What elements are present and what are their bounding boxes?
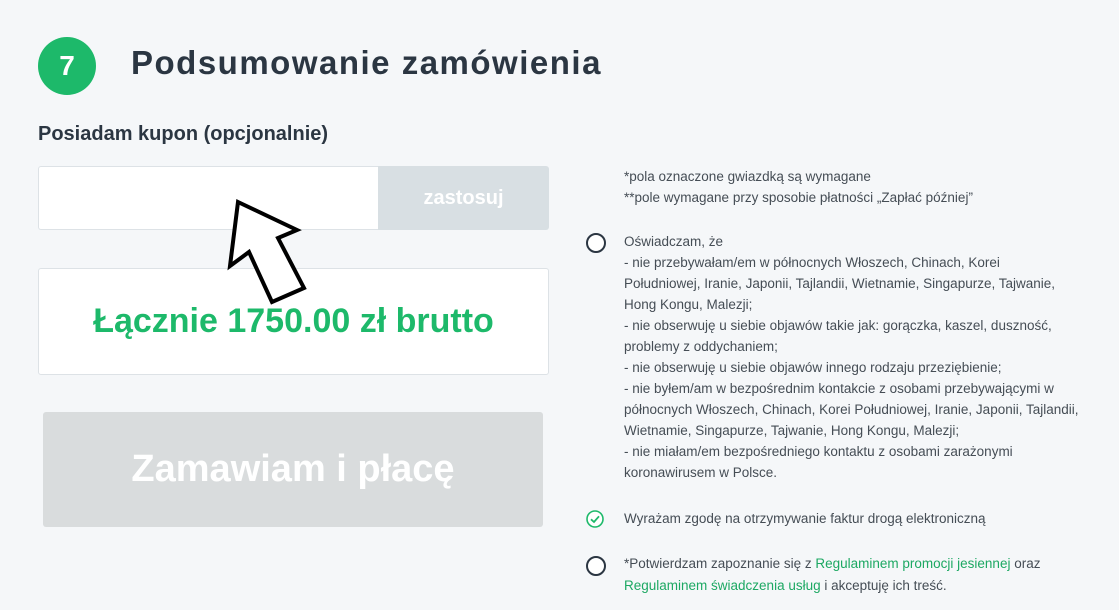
declaration-line: północnych Włoszech, Chinach, Korei Połu…: [624, 402, 1079, 417]
terms-text: *Potwierdzam zapoznanie się z Regulamine…: [624, 553, 1040, 597]
declaration-line: - nie obserwuję u siebie objawów innego …: [624, 360, 1002, 375]
order-and-pay-button[interactable]: Zamawiam i płacę: [43, 412, 543, 527]
declaration-text: Oświadczam, że - nie przebywałam/em w pó…: [624, 231, 1104, 483]
coupon-label: Posiadam kupon (opcjonalnie): [38, 123, 329, 145]
invoice-consent-checkbox[interactable]: [586, 510, 604, 528]
declaration-line: - nie miałam/em bezpośredniego kontaktu …: [624, 444, 1013, 459]
apply-coupon-button[interactable]: zastosuj: [378, 166, 549, 230]
step-number-badge: 7: [38, 37, 96, 95]
declaration-line: - nie byłem/am w bezpośrednim kontakcie …: [624, 381, 1054, 396]
service-terms-link[interactable]: Regulaminem świadczenia usług: [624, 578, 821, 593]
coupon-input[interactable]: [38, 166, 378, 230]
declaration-line: problemy z oddychaniem;: [624, 339, 778, 354]
invoice-consent-label: Wyrażam zgodę na otrzymywanie faktur dro…: [624, 511, 986, 526]
page-title: Podsumowanie zamówienia: [131, 44, 602, 81]
declaration-line: Oświadczam, że: [624, 234, 724, 249]
declaration-line: - nie obserwuję u siebie objawów takie j…: [624, 318, 1052, 333]
declaration-line: Południowej, Iranie, Japonii, Tajlandii,…: [624, 276, 1055, 291]
terms-suffix: i akceptuję ich treść.: [820, 578, 947, 593]
terms-prefix: *Potwierdzam zapoznanie się z: [624, 556, 816, 571]
declaration-line: Hong Kongu, Malezji;: [624, 297, 753, 312]
promo-terms-link[interactable]: Regulaminem promocji jesiennej: [815, 556, 1010, 571]
required-fields-note: *pola oznaczone gwiazdką są wymagane: [624, 169, 871, 184]
cursor-arrow-icon: [227, 199, 307, 305]
pay-later-note: **pole wymagane przy sposobie płatności …: [624, 190, 973, 205]
declaration-line: - nie przebywałam/em w północnych Włosze…: [624, 255, 1000, 270]
terms-radio[interactable]: [586, 556, 606, 576]
declaration-line: koronawirusem w Polsce.: [624, 465, 778, 480]
declaration-radio[interactable]: [586, 233, 606, 253]
terms-middle: oraz: [1010, 556, 1041, 571]
declaration-line: Wietnamie, Singapurze, Tajwanie, Hong Ko…: [624, 423, 960, 438]
